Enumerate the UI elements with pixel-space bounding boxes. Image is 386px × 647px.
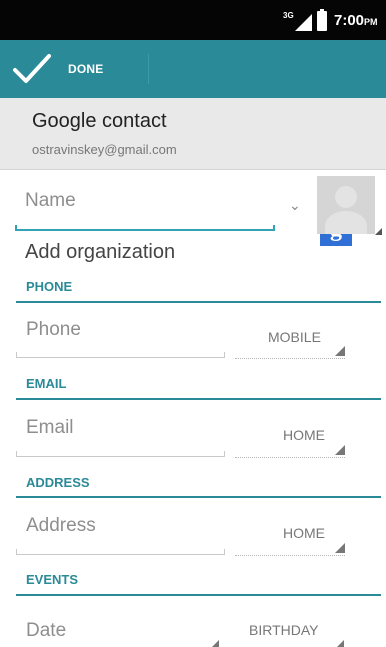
phone-underline [16,352,225,358]
email-underline [16,451,225,457]
email-type-dropdown-icon [335,445,345,455]
clock: 7:00PM [334,12,378,29]
action-bar-divider [148,54,149,84]
account-type: Google contact [32,110,167,132]
name-underline [15,225,275,231]
phone-type-select[interactable]: MOBILE [268,329,321,345]
avatar-head [335,186,357,208]
account-header: Google contact ostravinskey@gmail.com g [0,98,386,246]
contact-photo[interactable] [317,176,375,234]
email-section-header: EMAIL [26,376,67,391]
date-input[interactable]: Date [26,620,66,642]
clock-ampm: PM [364,17,378,27]
email-input[interactable]: Email [26,417,74,439]
address-underline [16,549,225,555]
date-dropdown-icon [212,640,219,647]
address-input[interactable]: Address [26,515,96,537]
event-type-dropdown-icon [337,640,344,647]
email-section-line [16,398,381,400]
email-type-line [235,457,345,458]
signal-icon [295,14,312,31]
add-organization-link[interactable]: Add organization [25,241,175,264]
done-label: DONE [68,62,104,76]
address-type-select[interactable]: HOME [283,525,325,541]
email-type-select[interactable]: HOME [283,427,325,443]
account-email: ostravinskey@gmail.com [32,142,177,157]
event-type-select[interactable]: BIRTHDAY [249,622,319,638]
status-bar: 3G 7:00PM [0,0,386,40]
address-type-dropdown-icon [335,543,345,553]
battery-icon [317,9,327,31]
phone-section-header: PHONE [26,279,73,294]
address-section-line [16,496,381,498]
name-input[interactable]: Name [25,190,76,212]
photo-menu-indicator [375,228,382,235]
events-section-header: EVENTS [26,572,79,587]
address-section-header: ADDRESS [26,475,90,490]
address-type-line [235,555,345,556]
phone-type-line [235,358,345,359]
network-type: 3G [283,11,294,20]
checkmark-icon [13,54,51,83]
events-section-line [16,594,381,596]
action-bar: DONE [0,40,386,98]
chevron-down-icon[interactable]: ⌄ [289,197,301,214]
phone-input[interactable]: Phone [26,319,81,341]
avatar-body [325,211,367,234]
phone-type-dropdown-icon [335,346,345,356]
clock-time: 7:00 [334,12,365,29]
phone-section-line [16,301,381,303]
